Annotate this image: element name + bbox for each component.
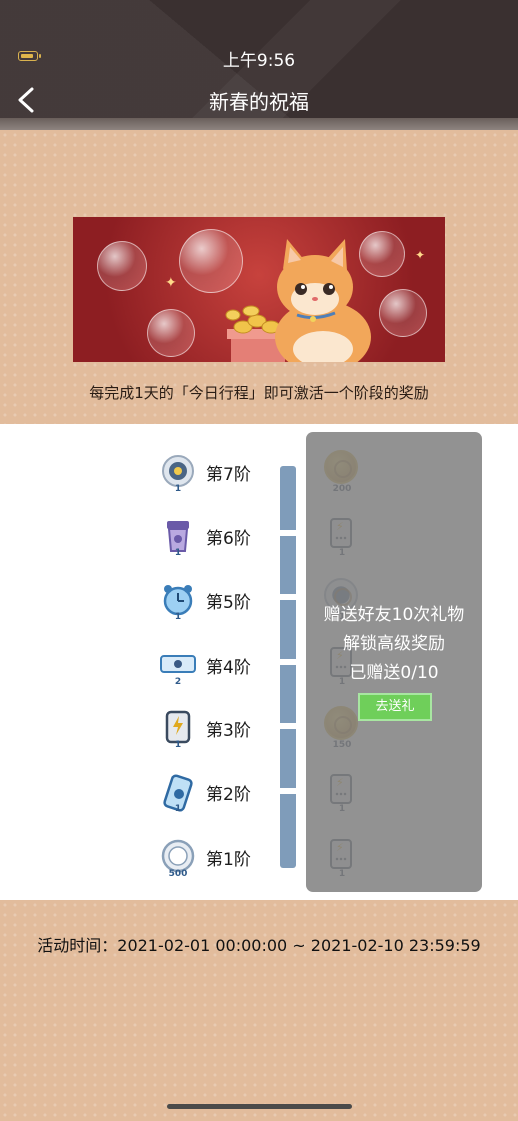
activity-time: 活动时间：2021-02-01 00:00:00 ~ 2021-02-10 23… (37, 936, 481, 955)
svg-text:✦: ✦ (165, 275, 177, 291)
locked-rewards-overlay: 赠送好友10次礼物 解锁高级奖励 已赠送0/10 去送礼 (306, 432, 482, 892)
stage-5: 1 第5阶 (150, 578, 280, 624)
top-bar: 上午9:56 新春的祝福 (0, 0, 518, 128)
stage-label: 第6阶 (206, 529, 251, 549)
unlock-condition: 赠送好友10次礼物 (323, 605, 465, 625)
status-time: 上午9:56 (222, 51, 296, 71)
stage-1: 500 第1阶 (150, 835, 280, 881)
banner-description: 每完成1天的「今日行程」即可激活一个阶段的奖励 (89, 384, 429, 402)
cat-illustration: ✦ ✦ (165, 239, 425, 362)
svg-text:✦: ✦ (415, 248, 425, 262)
unlock-reward-text: 解锁高级奖励 (343, 634, 445, 654)
progress-track (280, 466, 296, 868)
send-gift-button[interactable]: 去送礼 (358, 693, 432, 721)
stage-3: 1 第3阶 (150, 706, 280, 752)
gift-progress: 已赠送0/10 (349, 663, 439, 683)
stage-6: 1 第6阶 (150, 514, 280, 560)
stage-label: 第3阶 (206, 721, 251, 741)
stage-label: 第2阶 (206, 785, 251, 805)
stage-label: 第7阶 (206, 465, 251, 485)
stage-label: 第1阶 (206, 850, 251, 870)
stage-4: 2 第4阶 (150, 643, 280, 689)
stage-2: 1 第2阶 (150, 770, 280, 816)
page-title: 新春的祝福 (209, 90, 309, 114)
stage-label: 第4阶 (206, 658, 251, 678)
stage-label: 第5阶 (206, 593, 251, 613)
stage-7: 1 第7阶 (150, 450, 280, 496)
home-indicator[interactable] (167, 1104, 352, 1109)
header-divider (0, 118, 518, 130)
banner-image: ✦ ✦ (73, 217, 445, 362)
